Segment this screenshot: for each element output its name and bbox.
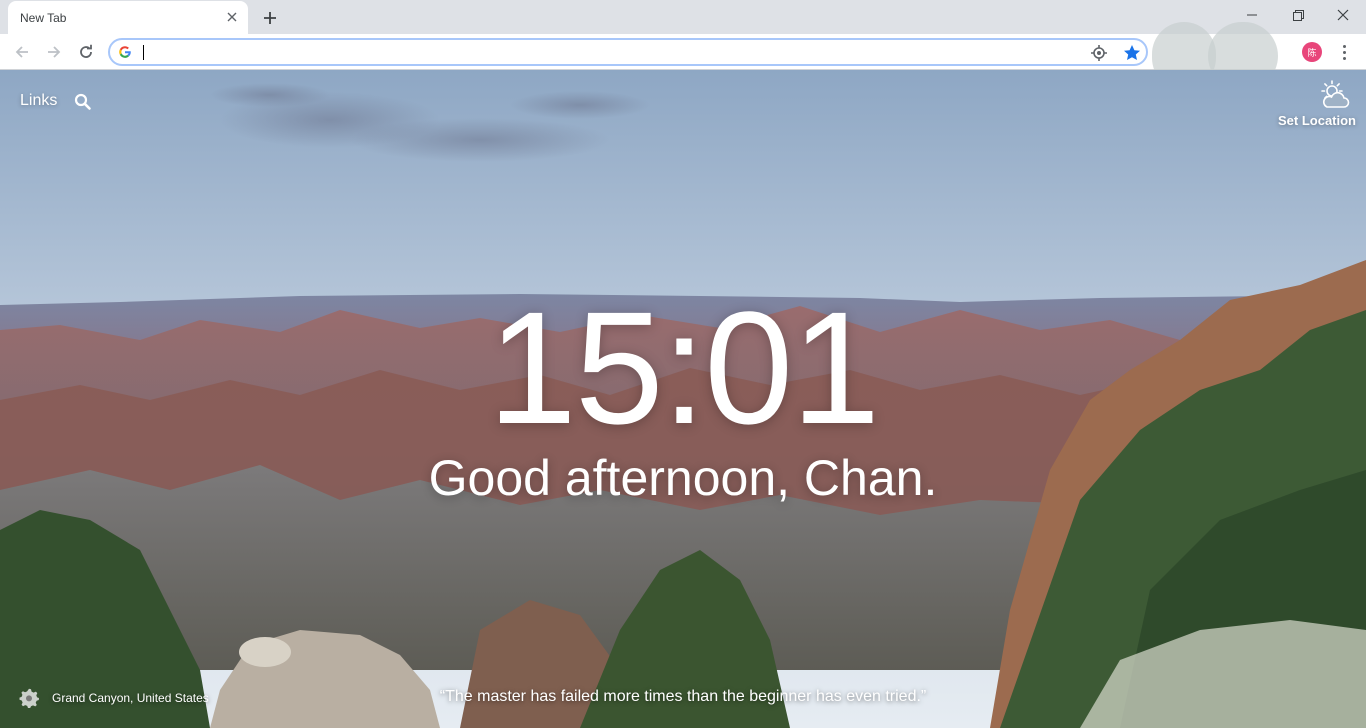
tab-title: New Tab (20, 11, 67, 25)
back-button[interactable] (8, 38, 36, 66)
new-tab-page: Links Set Location 15:01 Good afternoon,… (0, 70, 1366, 728)
new-tab-button[interactable] (258, 6, 282, 30)
menu-dot-icon (1342, 56, 1346, 60)
close-icon (227, 12, 237, 22)
links-button[interactable]: Links (20, 92, 57, 110)
address-bar[interactable] (108, 38, 1148, 66)
minimize-icon (1247, 14, 1257, 16)
arrow-left-icon (15, 46, 28, 58)
address-input[interactable] (140, 42, 1070, 62)
reload-icon (80, 44, 92, 58)
reload-button[interactable] (72, 38, 100, 66)
tab-close-button[interactable] (224, 9, 240, 25)
google-icon (119, 46, 131, 58)
restore-button[interactable] (1275, 0, 1321, 30)
forward-button[interactable] (40, 38, 68, 66)
arrow-right-icon (48, 46, 61, 58)
profile-avatar[interactable]: 陈 (1302, 42, 1322, 62)
location-target-icon[interactable] (1090, 44, 1108, 62)
tab-strip: New Tab (0, 0, 1366, 34)
search-icon[interactable] (74, 93, 92, 111)
restore-icon (1292, 9, 1304, 21)
chrome-menu-button[interactable] (1334, 40, 1354, 64)
clock-time[interactable]: 15:01 (0, 288, 1366, 448)
close-icon (1337, 9, 1349, 21)
partly-cloudy-icon[interactable] (1318, 80, 1350, 110)
set-location-button[interactable]: Set Location (1264, 113, 1356, 128)
text-caret (143, 45, 144, 60)
menu-dot-icon (1342, 50, 1346, 54)
tab-new-tab[interactable]: New Tab (8, 1, 248, 34)
close-window-button[interactable] (1320, 0, 1366, 30)
plus-icon (264, 12, 276, 24)
greeting[interactable]: Good afternoon, Chan. (0, 450, 1366, 506)
daily-quote[interactable]: “The master has failed more times than t… (0, 688, 1366, 706)
menu-dot-icon (1342, 44, 1346, 48)
bookmark-star-icon[interactable] (1122, 43, 1142, 63)
